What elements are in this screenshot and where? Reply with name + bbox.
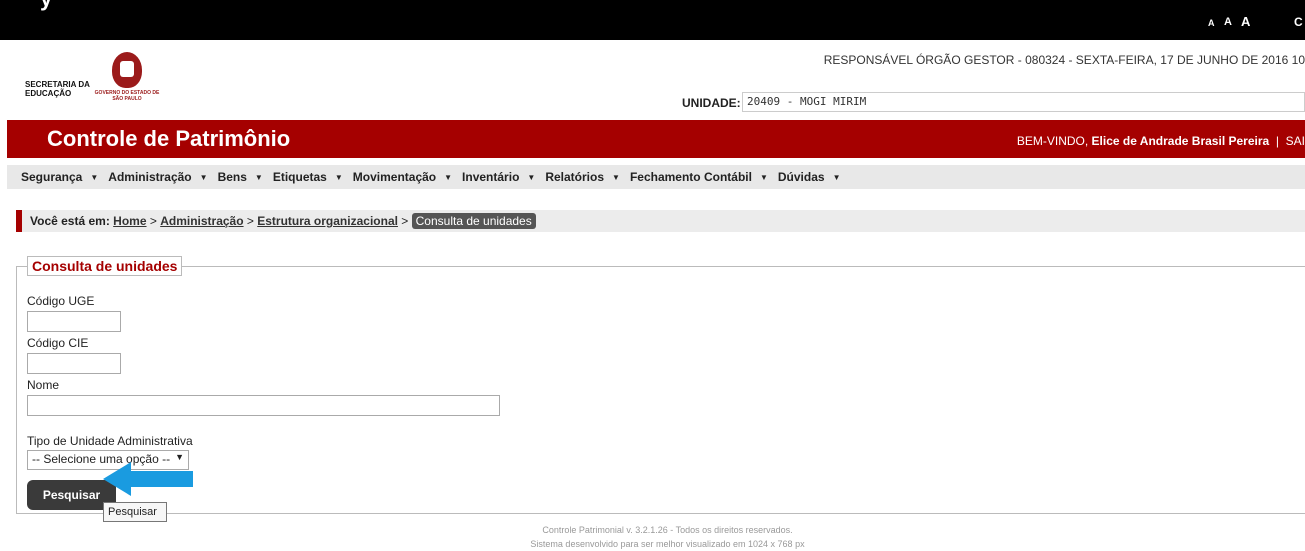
main-menu: Segurança ▼ Administração ▼ Bens ▼ Etiqueta…	[7, 165, 1305, 189]
caret-down-icon: ▼	[90, 172, 99, 182]
breadcrumb-home[interactable]: Home	[113, 214, 146, 228]
nome-input[interactable]	[27, 395, 500, 416]
cut-off-title: y	[40, 0, 52, 12]
footer-resolution-note: Sistema desenvolvido para ser melhor vis…	[530, 539, 805, 549]
tipo-label: Tipo de Unidade Administrativa	[27, 434, 193, 448]
top-bar: y A A A C	[0, 0, 1305, 40]
caret-down-icon: ▼	[334, 172, 343, 182]
font-small-button[interactable]: A	[1208, 18, 1215, 28]
footer: Controle Patrimonial v. 3.2.1.26 - Todos…	[0, 523, 1305, 551]
caret-down-icon: ▼	[444, 172, 453, 182]
app-bar: Controle de Patrimônio BEM-VINDO, Elice …	[7, 120, 1305, 158]
caret-down-icon: ▼	[612, 172, 620, 182]
breadcrumb-administracao[interactable]: Administração	[160, 214, 243, 228]
secretaria-logo: SECRETARIA DA EDUCAÇÃO	[25, 80, 90, 98]
codigo-uge-label: Código UGE	[27, 294, 95, 308]
font-large-button[interactable]: A	[1241, 14, 1250, 29]
menu-duvidas[interactable]: Dúvidas ▼	[778, 170, 841, 184]
caret-down-icon: ▼	[199, 172, 208, 182]
breadcrumb-current: Consulta de unidades	[411, 213, 536, 229]
breadcrumb-prefix: Você está em:	[30, 214, 110, 228]
responsavel-info: RESPONSÁVEL ÓRGÃO GESTOR - 080324 - SEXT…	[823, 53, 1305, 67]
breadcrumb-estrutura[interactable]: Estrutura organizacional	[257, 214, 398, 228]
welcome-text: BEM-VINDO, Elice de Andrade Brasil Perei…	[1016, 134, 1305, 148]
menu-inventario[interactable]: Inventário ▼	[462, 170, 535, 184]
user-name: Elice de Andrade Brasil Pereira	[1091, 134, 1270, 148]
caret-down-icon: ▼	[759, 172, 768, 182]
menu-fechamento-contabil[interactable]: Fechamento Contábil ▼	[630, 170, 768, 184]
chevron-down-icon: ▼	[175, 452, 184, 462]
menu-administracao[interactable]: Administração ▼	[108, 170, 207, 184]
pesquisar-tooltip: Pesquisar	[103, 502, 167, 522]
contrast-button[interactable]: C	[1294, 15, 1303, 29]
font-medium-button[interactable]: A	[1224, 16, 1232, 28]
footer-copyright: Controle Patrimonial v. 3.2.1.26 - Todos…	[542, 525, 793, 535]
state-crest-icon	[112, 52, 142, 88]
breadcrumb: Você está em: Home > Administração > Est…	[16, 210, 1305, 232]
logout-link[interactable]: SAI	[1286, 134, 1305, 148]
menu-etiquetas[interactable]: Etiquetas ▼	[273, 170, 343, 184]
search-form: Consulta de unidades Código UGE Código C…	[16, 256, 1305, 514]
header: RESPONSÁVEL ÓRGÃO GESTOR - 080324 - SEXT…	[7, 40, 1305, 120]
menu-movimentacao[interactable]: Movimentação ▼	[353, 170, 452, 184]
nome-label: Nome	[27, 378, 60, 392]
menu-seguranca[interactable]: Segurança ▼	[21, 170, 98, 184]
codigo-cie-input[interactable]	[27, 353, 121, 374]
governo-logo: GOVERNO DO ESTADO DE SÃO PAULO	[92, 52, 162, 102]
caret-down-icon: ▼	[527, 172, 536, 182]
codigo-uge-input[interactable]	[27, 311, 121, 332]
caret-down-icon: ▼	[254, 172, 263, 182]
form-legend: Consulta de unidades	[27, 256, 183, 276]
caret-down-icon: ▼	[832, 172, 841, 182]
menu-bens[interactable]: Bens ▼	[218, 170, 263, 184]
app-title: Controle de Patrimônio	[47, 126, 291, 151]
unidade-field[interactable]: 20409 - MOGI MIRIM	[742, 92, 1305, 112]
pointer-arrow-icon	[103, 462, 193, 496]
unidade-label: UNIDADE:	[682, 96, 741, 110]
menu-relatorios[interactable]: Relatórios ▼	[545, 170, 620, 184]
codigo-cie-label: Código CIE	[27, 336, 89, 350]
